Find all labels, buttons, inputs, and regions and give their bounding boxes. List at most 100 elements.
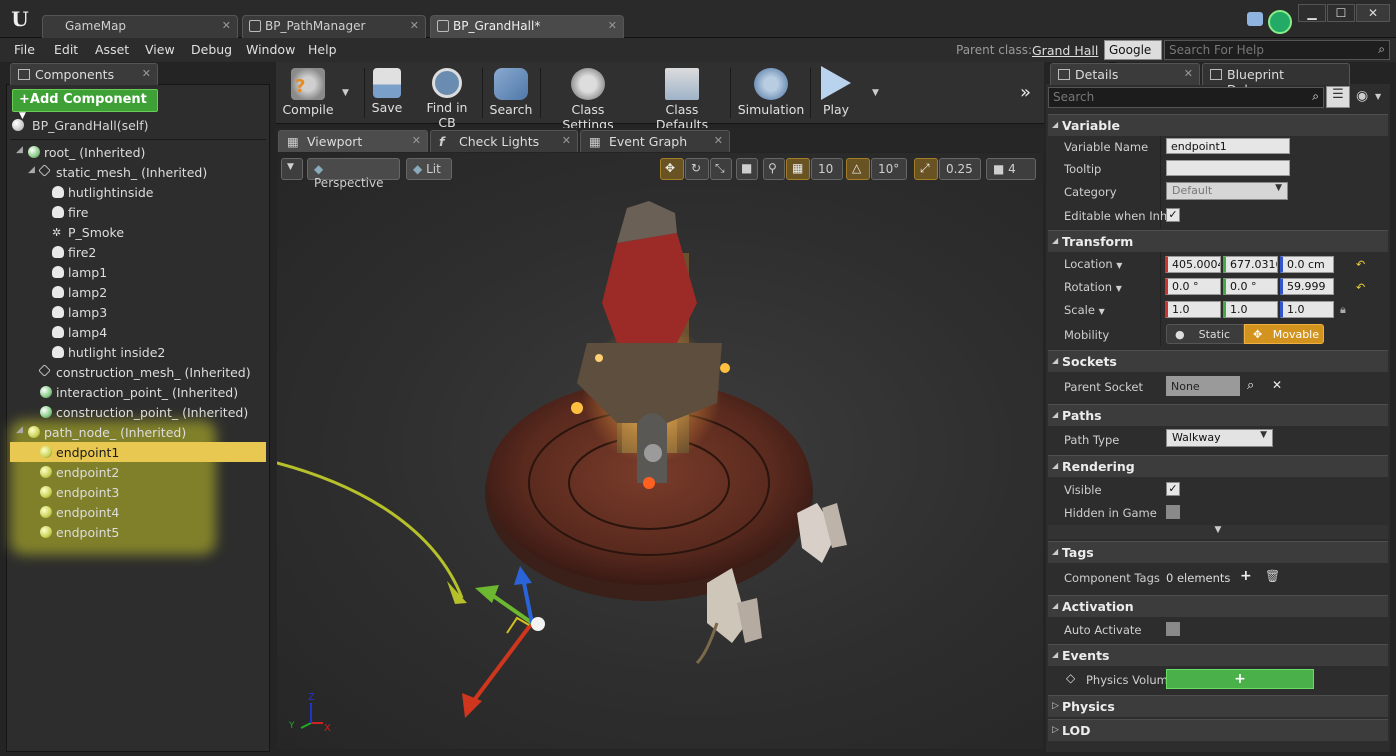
eye-icon[interactable]: ◉ — [1356, 88, 1368, 104]
tab-viewport[interactable]: ▦ Viewport ✕ — [278, 130, 428, 152]
class-settings-button[interactable]: Class Settings — [546, 64, 630, 132]
tree-item[interactable]: ◢ path_node_ (Inherited) — [10, 422, 266, 442]
components-tab[interactable]: Components ✕ — [10, 63, 158, 85]
add-component-button[interactable]: +Add Component ▼ — [12, 89, 158, 121]
self-component-label[interactable]: BP_GrandHall(self) — [32, 118, 149, 133]
location-y-input[interactable]: 677.03167 — [1223, 256, 1278, 273]
unreal-logo-icon[interactable]: U — [6, 5, 34, 33]
details-search-input[interactable]: Search ⌕ — [1048, 87, 1324, 108]
visible-checkbox[interactable]: ✓ — [1166, 482, 1180, 496]
category-activation[interactable]: ◢ Activation — [1048, 595, 1388, 617]
parent-class-link[interactable]: Grand Hall — [1032, 43, 1098, 58]
tree-item[interactable]: ◢ root_ (Inherited) — [10, 142, 266, 162]
menu-help[interactable]: Help — [308, 42, 337, 57]
close-icon[interactable]: ✕ — [222, 19, 231, 32]
doc-tab-pathmanager[interactable]: BP_PathManager ✕ — [242, 15, 426, 38]
expand-arrow-icon[interactable]: ◢ — [16, 425, 23, 435]
location-label[interactable]: Location ▼ — [1064, 257, 1122, 271]
location-z-input[interactable]: 0.0 cm — [1280, 256, 1334, 273]
category-lod[interactable]: ▷ LOD — [1048, 719, 1388, 741]
rotation-z-input[interactable]: 59.999 — [1280, 278, 1334, 295]
clear-icon[interactable]: ✕ — [1272, 378, 1282, 392]
search-button[interactable]: Search — [488, 64, 534, 122]
scale-z-input[interactable]: 1.0 — [1280, 301, 1334, 318]
tree-item[interactable]: construction_mesh_ (Inherited) — [10, 362, 266, 382]
viewport[interactable]: ▼ ◆ Perspective ◆ Lit ✥ ↻ ⤡ ■ ⚲ ▦ 10 △ 1… — [277, 153, 1043, 749]
tab-event-graph[interactable]: ▦ Event Graph ✕ — [580, 130, 730, 152]
rotation-y-input[interactable]: 0.0 ° — [1223, 278, 1278, 295]
tree-item[interactable]: lamp3 — [10, 302, 266, 322]
menu-asset[interactable]: Asset — [95, 42, 129, 57]
lock-icon[interactable]: 🔒︎ — [1340, 303, 1346, 317]
add-event-button[interactable]: + — [1166, 669, 1314, 689]
scale-y-input[interactable]: 1.0 — [1223, 301, 1278, 318]
close-icon[interactable]: ✕ — [714, 134, 723, 147]
tree-item[interactable]: lamp1 — [10, 262, 266, 282]
tree-item[interactable]: endpoint3 — [10, 482, 266, 502]
close-icon[interactable]: ✕ — [562, 134, 571, 147]
tree-item[interactable]: endpoint1 — [10, 442, 266, 462]
menu-window[interactable]: Window — [246, 42, 295, 57]
find-in-cb-button[interactable]: Find in CB — [418, 64, 476, 130]
location-x-input[interactable]: 405.00042 — [1165, 256, 1221, 273]
compile-options-icon[interactable]: ▼ — [342, 88, 349, 98]
menu-debug[interactable]: Debug — [191, 42, 232, 57]
close-icon[interactable]: ✕ — [412, 134, 421, 147]
parent-socket-value[interactable]: None — [1166, 376, 1240, 396]
tree-item[interactable]: endpoint5 — [10, 522, 266, 542]
compile-button[interactable]: ? Compile — [280, 64, 336, 122]
chevron-down-icon[interactable]: ▼ — [1375, 92, 1381, 101]
tree-item[interactable]: fire2 — [10, 242, 266, 262]
menu-file[interactable]: File — [14, 42, 35, 57]
scale-x-input[interactable]: 1.0 — [1165, 301, 1221, 318]
class-defaults-button[interactable]: Class Defaults — [640, 64, 724, 132]
tree-item[interactable]: interaction_point_ (Inherited) — [10, 382, 266, 402]
tree-item[interactable]: ✲ P_Smoke — [10, 222, 266, 242]
property-matrix-button[interactable]: ☰ — [1326, 86, 1350, 108]
tree-item[interactable]: lamp2 — [10, 282, 266, 302]
tab-check-lights[interactable]: f Check Lights ✕ — [430, 130, 578, 152]
play-options-icon[interactable]: ▼ — [872, 88, 879, 98]
maximize-button[interactable]: ☐ — [1327, 4, 1355, 22]
menu-view[interactable]: View — [145, 42, 175, 57]
minimize-button[interactable]: ▁ — [1298, 4, 1326, 22]
tree-item[interactable]: fire — [10, 202, 266, 222]
close-icon[interactable]: ✕ — [410, 19, 419, 32]
close-icon[interactable]: ✕ — [608, 19, 617, 32]
tree-item[interactable]: construction_point_ (Inherited) — [10, 402, 266, 422]
editable-checkbox[interactable]: ✓ — [1166, 208, 1180, 222]
source-control-icon[interactable] — [1268, 10, 1292, 34]
expand-arrow-icon[interactable]: ◢ — [28, 165, 35, 175]
help-engine-dropdown[interactable]: Google ▼ — [1104, 40, 1162, 71]
category-tags[interactable]: ◢ Tags — [1048, 541, 1388, 563]
doc-tab-gamemap[interactable]: GameMap ✕ — [42, 15, 238, 38]
advanced-expand-button[interactable]: ▼ — [1048, 525, 1388, 539]
close-icon[interactable]: ✕ — [1184, 67, 1193, 80]
details-tab[interactable]: Details ✕ — [1050, 63, 1200, 85]
rotation-label[interactable]: Rotation ▼ — [1064, 280, 1122, 294]
close-icon[interactable]: ✕ — [142, 67, 151, 80]
category-rendering[interactable]: ◢ Rendering — [1048, 455, 1388, 477]
search-icon[interactable]: ⌕ — [1247, 378, 1254, 393]
tree-item[interactable]: lamp4 — [10, 322, 266, 342]
scale-label[interactable]: Scale ▼ — [1064, 303, 1105, 317]
expand-arrow-icon[interactable]: ◢ — [16, 145, 23, 155]
tooltip-input[interactable] — [1166, 160, 1290, 176]
play-button[interactable]: Play — [814, 64, 858, 122]
doc-tab-grandhall[interactable]: BP_GrandHall* ✕ — [430, 15, 624, 38]
simulation-button[interactable]: Simulation — [736, 64, 806, 122]
category-variable[interactable]: ◢ Variable — [1048, 114, 1388, 136]
close-window-button[interactable]: ✕ — [1356, 4, 1390, 22]
hidden-in-game-checkbox[interactable] — [1166, 505, 1180, 519]
tree-item[interactable]: endpoint2 — [10, 462, 266, 482]
tree-item[interactable]: hutlightinside — [10, 182, 266, 202]
mobility-movable-option[interactable]: ✥ Movable — [1244, 324, 1324, 344]
auto-activate-checkbox[interactable] — [1166, 622, 1180, 636]
category-dropdown[interactable]: Default ▼ — [1166, 182, 1288, 200]
reset-arrow-icon[interactable]: ↶ — [1356, 281, 1365, 294]
menu-edit[interactable]: Edit — [54, 42, 78, 57]
help-search-input[interactable]: Search For Help ⌕ — [1164, 40, 1390, 60]
trash-icon[interactable]: 🗑︎ — [1265, 569, 1280, 583]
variable-name-input[interactable]: endpoint1 — [1166, 138, 1290, 154]
rotation-x-input[interactable]: 0.0 ° — [1165, 278, 1221, 295]
